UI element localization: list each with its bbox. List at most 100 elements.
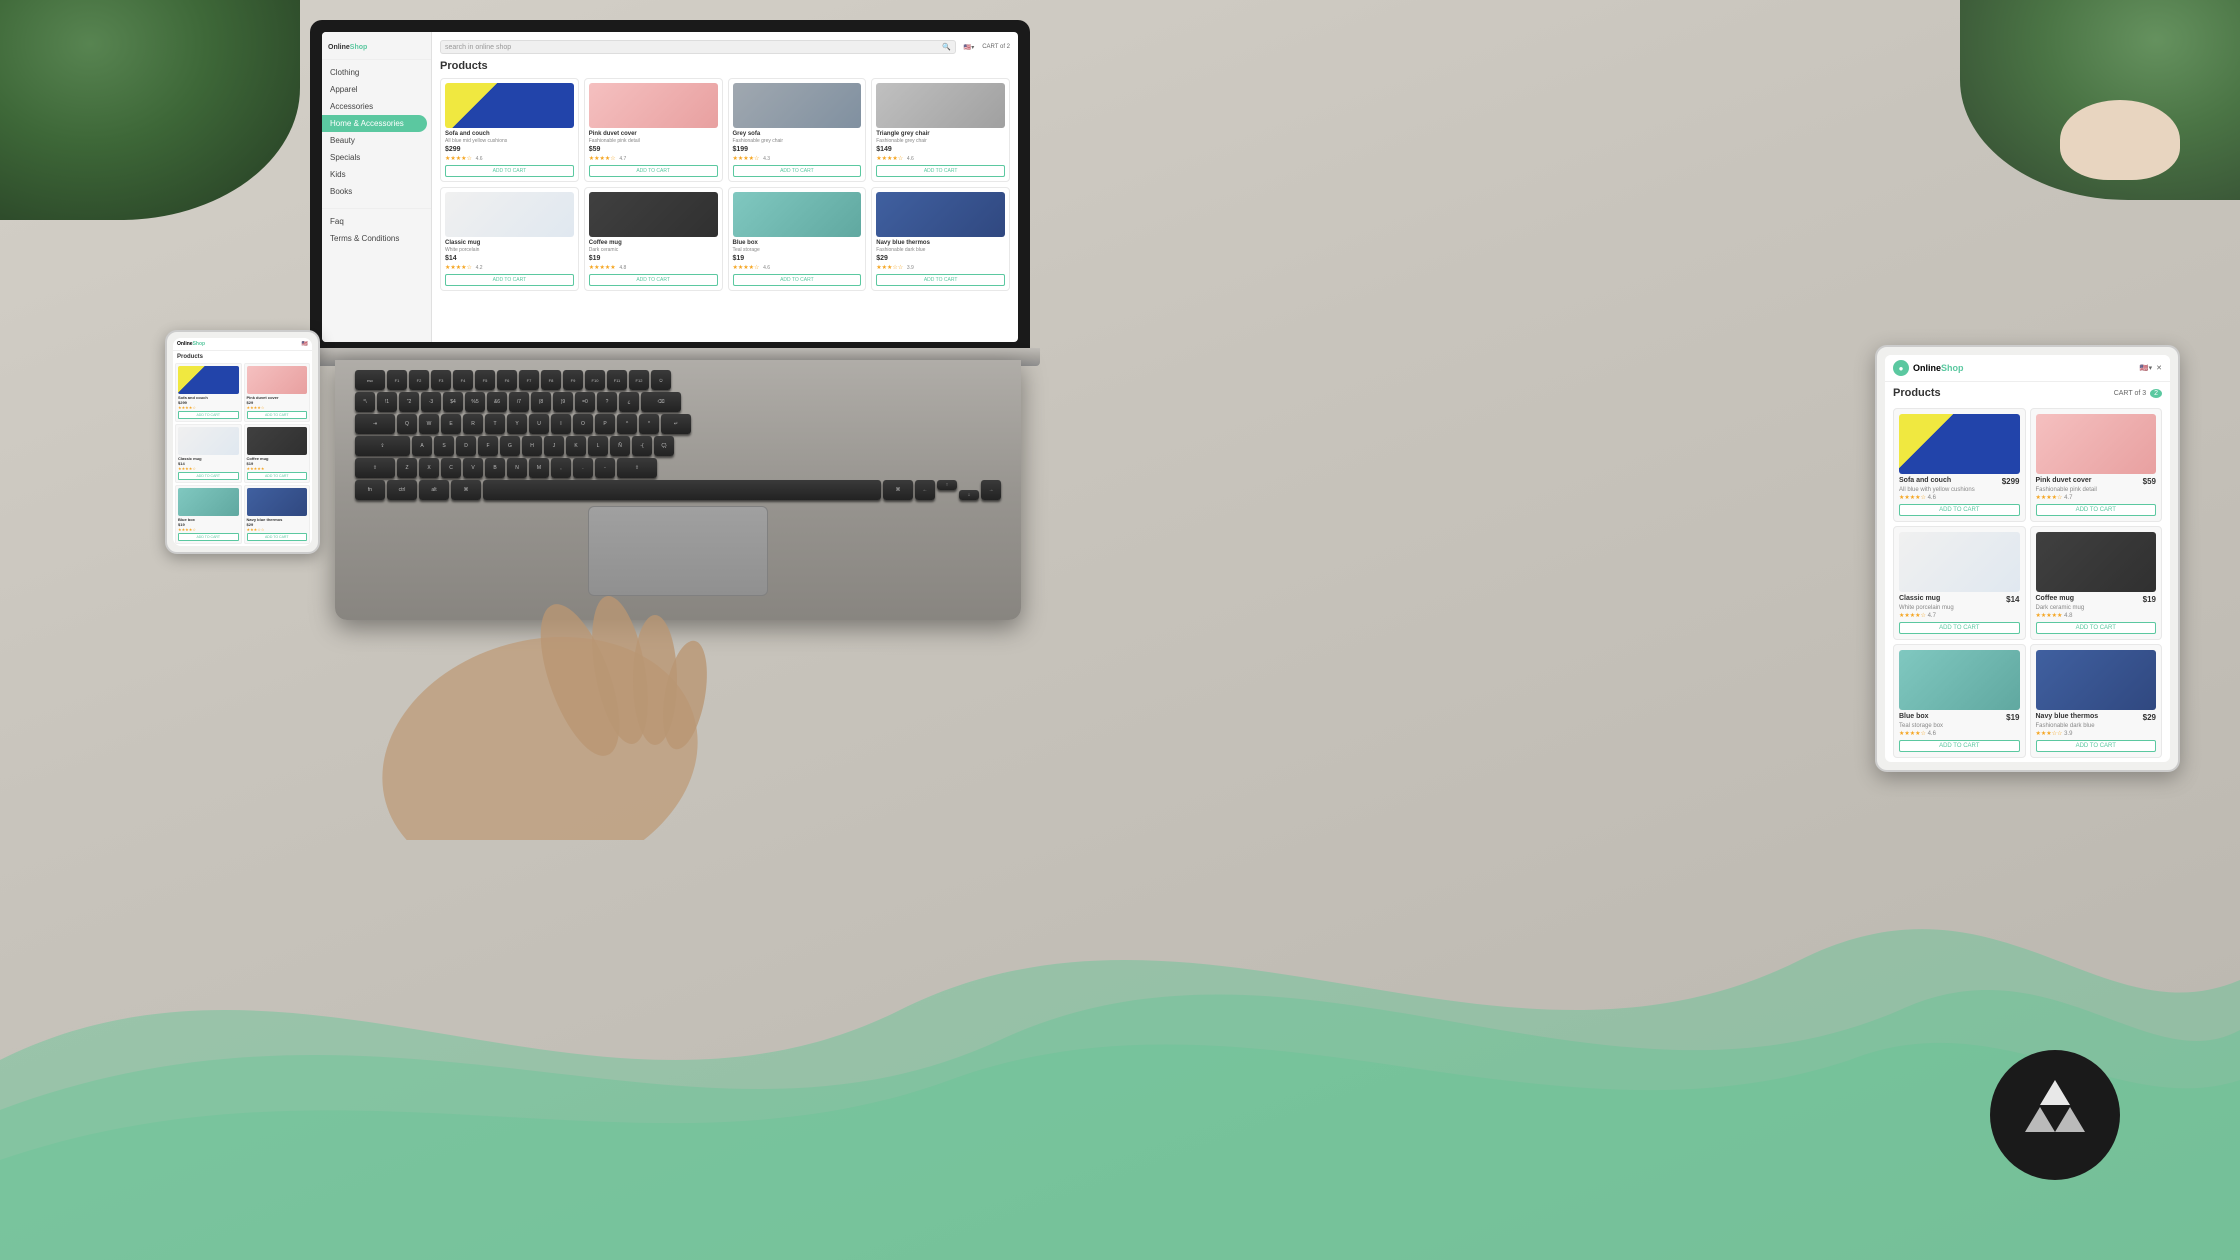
sidebar-item-specials[interactable]: Specials	[322, 149, 431, 166]
tablet-add-to-cart-pink-duvet[interactable]: ADD TO CART	[2036, 504, 2157, 516]
key-n[interactable]: N	[507, 458, 527, 478]
key-f6[interactable]: F6	[497, 370, 517, 390]
key-j[interactable]: J	[544, 436, 564, 456]
tablet-add-to-cart-sofa[interactable]: ADD TO CART	[1899, 504, 2020, 516]
key-f12[interactable]: F12	[629, 370, 649, 390]
sidebar-item-home[interactable]: Home & Accessories	[322, 115, 427, 132]
key-g[interactable]: G	[500, 436, 520, 456]
key-3[interactable]: ·3	[421, 392, 441, 412]
tablet-add-to-cart-navy-thermos[interactable]: ADD TO CART	[2036, 740, 2157, 752]
key-e[interactable]: E	[441, 414, 461, 434]
key-n-tilde[interactable]: Ñ	[610, 436, 630, 456]
key-ctrl[interactable]: ctrl	[387, 480, 417, 500]
sidebar-item-faq[interactable]: Faq	[322, 213, 431, 230]
key-x[interactable]: X	[419, 458, 439, 478]
key-cmd-left[interactable]: ⌘	[451, 480, 481, 500]
key-minus[interactable]: ?	[597, 392, 617, 412]
key-backtick[interactable]: °\	[355, 392, 375, 412]
key-power[interactable]: ⏻	[651, 370, 671, 390]
tablet-cart-label[interactable]: CART of 3 2	[2114, 390, 2162, 397]
key-d[interactable]: D	[456, 436, 476, 456]
key-f1[interactable]: F1	[387, 370, 407, 390]
add-to-cart-grey-chair[interactable]: ADD TO CART	[876, 165, 1005, 177]
add-to-cart-pink-duvet[interactable]: ADD TO CART	[589, 165, 718, 177]
key-enter[interactable]: ↵	[661, 414, 691, 434]
key-z[interactable]: Z	[397, 458, 417, 478]
key-r[interactable]: R	[463, 414, 483, 434]
laptop-cart[interactable]: CART of 2	[982, 44, 1010, 50]
key-k[interactable]: K	[566, 436, 586, 456]
key-comma[interactable]: ,	[551, 458, 571, 478]
tablet-close-btn[interactable]: ✕	[2156, 364, 2162, 372]
key-equals[interactable]: ¿	[619, 392, 639, 412]
key-quote[interactable]: Ç}	[654, 436, 674, 456]
key-q[interactable]: Q	[397, 414, 417, 434]
key-arrow-up[interactable]: ↑	[937, 480, 957, 490]
key-m[interactable]: M	[529, 458, 549, 478]
key-y[interactable]: Y	[507, 414, 527, 434]
tablet-add-to-cart-coffee-mug[interactable]: ADD TO CART	[2036, 622, 2157, 634]
key-6[interactable]: &6	[487, 392, 507, 412]
phone-add-to-cart-coffee-mug[interactable]: ADD TO CART	[247, 472, 308, 480]
sidebar-item-kids[interactable]: Kids	[322, 166, 431, 183]
key-c[interactable]: C	[441, 458, 461, 478]
key-4[interactable]: $4	[443, 392, 463, 412]
key-period[interactable]: .	[573, 458, 593, 478]
key-u[interactable]: U	[529, 414, 549, 434]
phone-add-to-cart-classic-mug[interactable]: ADD TO CART	[178, 472, 239, 480]
laptop-search-bar[interactable]: search in online shop 🔍	[440, 40, 956, 54]
key-lbracket[interactable]: ^	[617, 414, 637, 434]
key-f9[interactable]: F9	[563, 370, 583, 390]
key-space[interactable]	[483, 480, 881, 500]
key-f4[interactable]: F4	[453, 370, 473, 390]
tablet-add-to-cart-blue-box[interactable]: ADD TO CART	[1899, 740, 2020, 752]
key-cmd-right[interactable]: ⌘	[883, 480, 913, 500]
tablet-add-to-cart-classic-mug[interactable]: ADD TO CART	[1899, 622, 2020, 634]
key-slash[interactable]: -	[595, 458, 615, 478]
key-fn[interactable]: fn	[355, 480, 385, 500]
key-capslock[interactable]: ⇪	[355, 436, 410, 456]
key-f5[interactable]: F5	[475, 370, 495, 390]
sidebar-item-apparel[interactable]: Apparel	[322, 81, 431, 98]
phone-add-to-cart-navy-thermos[interactable]: ADD TO CART	[247, 533, 308, 541]
add-to-cart-grey-sofa[interactable]: ADD TO CART	[733, 165, 862, 177]
key-rshift[interactable]: ⇧	[617, 458, 657, 478]
key-f10[interactable]: F10	[585, 370, 605, 390]
key-rbracket[interactable]: *	[639, 414, 659, 434]
sidebar-item-beauty[interactable]: Beauty	[322, 132, 431, 149]
key-t[interactable]: T	[485, 414, 505, 434]
key-0[interactable]: =0	[575, 392, 595, 412]
key-f7[interactable]: F7	[519, 370, 539, 390]
add-to-cart-classic-mug[interactable]: ADD TO CART	[445, 274, 574, 286]
key-f11[interactable]: F11	[607, 370, 627, 390]
add-to-cart-blue-box[interactable]: ADD TO CART	[733, 274, 862, 286]
key-backspace[interactable]: ⌫	[641, 392, 681, 412]
key-8[interactable]: (8	[531, 392, 551, 412]
key-arrow-right[interactable]: →	[981, 480, 1001, 500]
key-v[interactable]: V	[463, 458, 483, 478]
key-p[interactable]: P	[595, 414, 615, 434]
phone-add-to-cart-sofa[interactable]: ADD TO CART	[178, 411, 239, 419]
key-semicolon[interactable]: -{	[632, 436, 652, 456]
add-to-cart-navy-thermos[interactable]: ADD TO CART	[876, 274, 1005, 286]
key-arrow-down[interactable]: ↓	[959, 490, 979, 500]
key-tab[interactable]: ⇥	[355, 414, 395, 434]
key-arrow-left[interactable]: ←	[915, 480, 935, 500]
key-lshift[interactable]: ⇧	[355, 458, 395, 478]
key-1[interactable]: !1	[377, 392, 397, 412]
key-9[interactable]: )9	[553, 392, 573, 412]
sidebar-item-accessories[interactable]: Accessories	[322, 98, 431, 115]
key-7[interactable]: /7	[509, 392, 529, 412]
key-s[interactable]: S	[434, 436, 454, 456]
laptop-trackpad[interactable]	[588, 506, 768, 596]
sidebar-item-terms[interactable]: Terms & Conditions	[322, 230, 431, 247]
key-i[interactable]: I	[551, 414, 571, 434]
key-l[interactable]: L	[588, 436, 608, 456]
key-2[interactable]: "2	[399, 392, 419, 412]
add-to-cart-sofa[interactable]: ADD TO CART	[445, 165, 574, 177]
key-esc[interactable]: esc	[355, 370, 385, 390]
key-b[interactable]: B	[485, 458, 505, 478]
key-a[interactable]: A	[412, 436, 432, 456]
phone-add-to-cart-blue-box[interactable]: ADD TO CART	[178, 533, 239, 541]
key-f3[interactable]: F3	[431, 370, 451, 390]
